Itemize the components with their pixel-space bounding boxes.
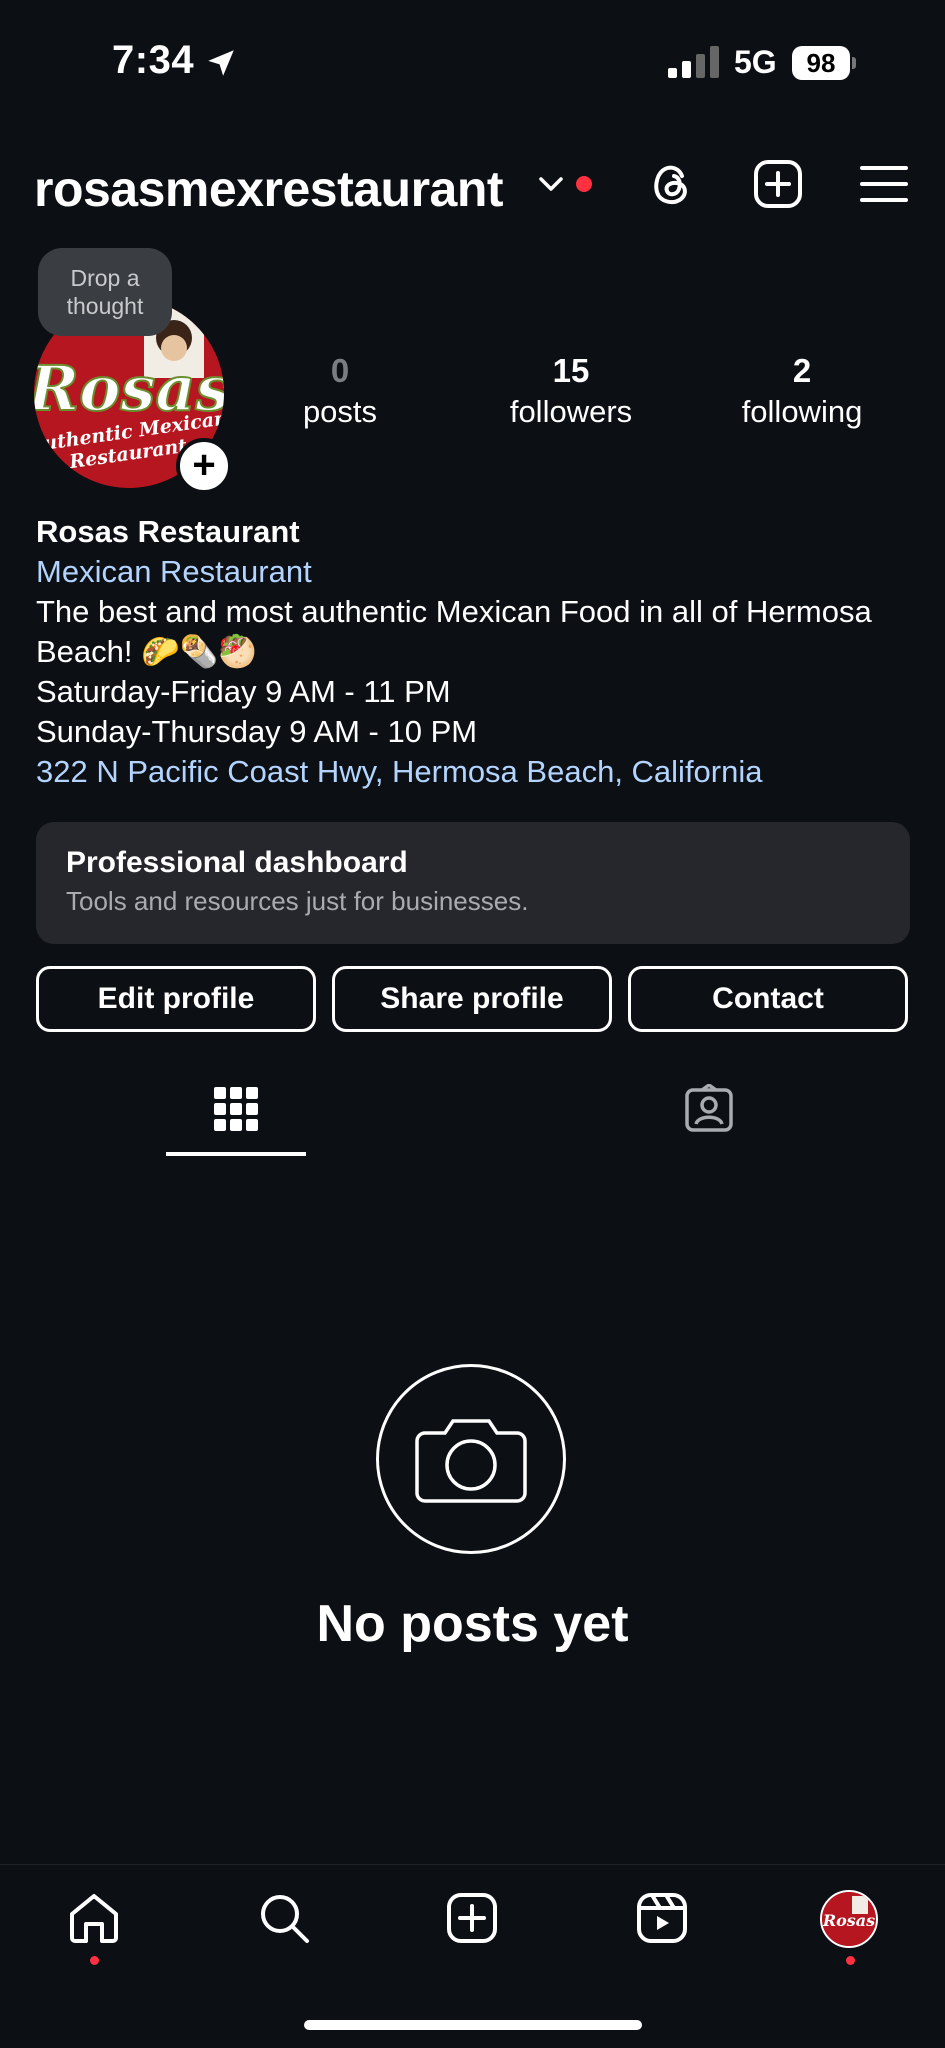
display-name: Rosas Restaurant [36, 514, 300, 549]
create-post-icon[interactable] [752, 158, 804, 210]
network-type: 5G [734, 44, 777, 80]
dashboard-title: Professional dashboard [66, 846, 408, 879]
location-arrow-icon [208, 50, 234, 76]
following-stat[interactable]: 2 following [712, 352, 892, 430]
professional-dashboard-card[interactable]: Professional dashboard Tools and resourc… [36, 822, 910, 944]
bio-line-1: The best and most authentic Mexican Food… [36, 594, 872, 629]
notification-dot [576, 176, 592, 192]
profile-notification-dot [846, 1956, 855, 1965]
edit-profile-button[interactable]: Edit profile [36, 966, 316, 1032]
battery-indicator: 98 [792, 46, 856, 82]
share-profile-button[interactable]: Share profile [332, 966, 612, 1032]
hours-line-1: Saturday-Friday 9 AM - 11 PM [36, 674, 451, 709]
following-label: following [741, 394, 863, 429]
account-username[interactable]: rosasmexrestaurant [34, 160, 504, 218]
status-time: 7:34 [112, 38, 195, 82]
bio-line-2: Beach! 🌮🌯🥙 [36, 634, 257, 669]
followers-stat[interactable]: 15 followers [481, 352, 661, 430]
active-tab-indicator [166, 1152, 306, 1156]
new-post-icon[interactable] [444, 1890, 500, 1946]
threads-icon[interactable] [646, 158, 698, 210]
hours-line-2: Sunday-Thursday 9 AM - 10 PM [36, 714, 478, 749]
following-count: 2 [792, 352, 812, 389]
menu-icon[interactable] [858, 158, 910, 210]
posts-count: 0 [330, 352, 350, 389]
posts-stat[interactable]: 0 posts [250, 352, 430, 430]
followers-count: 15 [552, 352, 590, 389]
tagged-tab-icon[interactable] [684, 1084, 734, 1134]
search-icon[interactable] [256, 1890, 312, 1946]
posts-label: posts [302, 394, 378, 429]
chevron-down-icon[interactable] [538, 174, 564, 196]
home-indicator [304, 2020, 642, 2030]
address-link[interactable]: 322 N Pacific Coast Hwy, Hermosa Beach, … [36, 752, 916, 792]
reels-icon[interactable] [634, 1890, 690, 1946]
note-text-line2: thought [66, 293, 144, 319]
cellular-signal-icon [668, 46, 719, 78]
no-posts-text: No posts yet [316, 1595, 629, 1653]
battery-level: 98 [792, 46, 850, 80]
profile-bio: Rosas Restaurant Mexican Restaurant The … [36, 512, 916, 792]
camera-placeholder [376, 1364, 566, 1554]
grid-tab-icon[interactable] [211, 1084, 261, 1134]
home-icon[interactable] [66, 1890, 122, 1946]
profile-tab-avatar[interactable]: Rosas [820, 1890, 878, 1948]
dashboard-subtitle: Tools and resources just for businesses. [66, 886, 529, 916]
svg-text:Rosas: Rosas [822, 1911, 875, 1930]
add-story-button[interactable]: + [176, 438, 232, 494]
note-bubble[interactable]: Drop a thought [38, 248, 172, 336]
home-notification-dot [90, 1956, 99, 1965]
note-text-line1: Drop a [70, 265, 140, 291]
followers-label: followers [509, 394, 633, 429]
contact-button[interactable]: Contact [628, 966, 908, 1032]
category-label[interactable]: Mexican Restaurant [36, 552, 916, 592]
camera-icon [415, 1419, 527, 1503]
bottom-nav-divider [0, 1864, 945, 1865]
